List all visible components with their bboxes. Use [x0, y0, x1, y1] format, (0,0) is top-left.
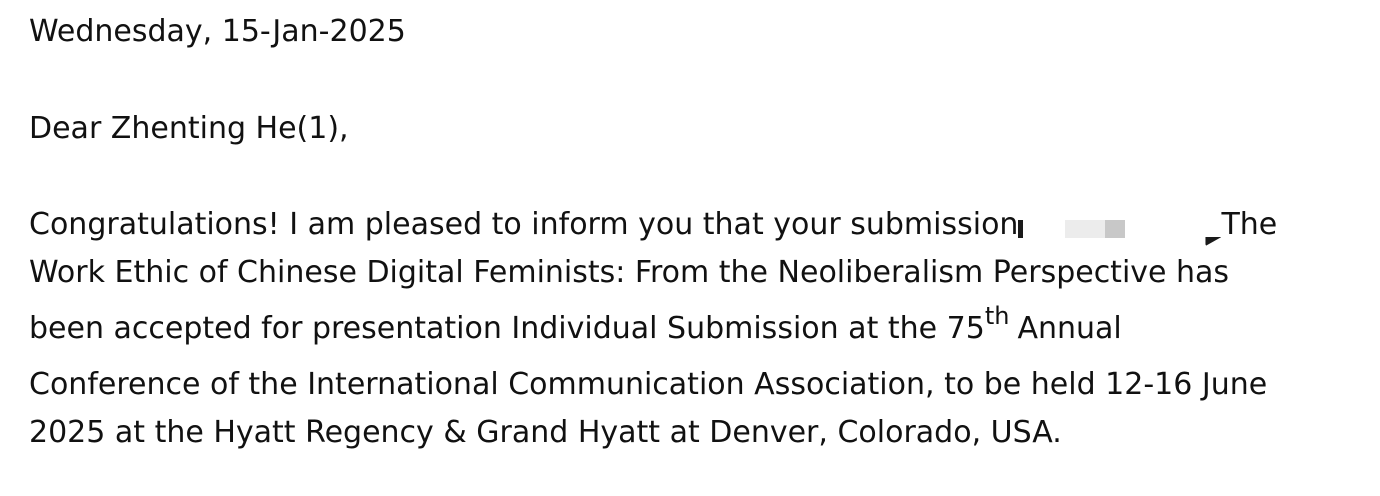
ordinal-superscript: th [984, 302, 1010, 330]
body-line-3: been accepted for presentation Individua… [29, 302, 1122, 354]
letter-date: Wednesday, 15-Jan-2025 [29, 14, 406, 49]
redaction-blur-dark [1105, 220, 1126, 238]
body-text-annual: Annual [1017, 311, 1122, 346]
body-text-congratulations: Congratulations! I am pleased to inform … [29, 207, 1019, 242]
body-line-2: Work Ethic of Chinese Digital Feminists:… [29, 255, 1230, 290]
redaction-mark-left [1018, 220, 1024, 238]
redaction-mark-right [1205, 237, 1222, 246]
letter-salutation: Dear Zhenting He(1), [29, 111, 349, 146]
body-line-1: Congratulations! I am pleased to inform … [29, 201, 1277, 249]
body-text-accepted: been accepted for presentation Individua… [29, 311, 985, 346]
redacted-submission-id [1018, 210, 1222, 246]
body-line-4: Conference of the International Communic… [29, 367, 1268, 402]
body-text-the: The [1221, 207, 1278, 242]
body-line-5: 2025 at the Hyatt Regency & Grand Hyatt … [29, 415, 1062, 450]
redaction-blur-light [1065, 220, 1106, 238]
